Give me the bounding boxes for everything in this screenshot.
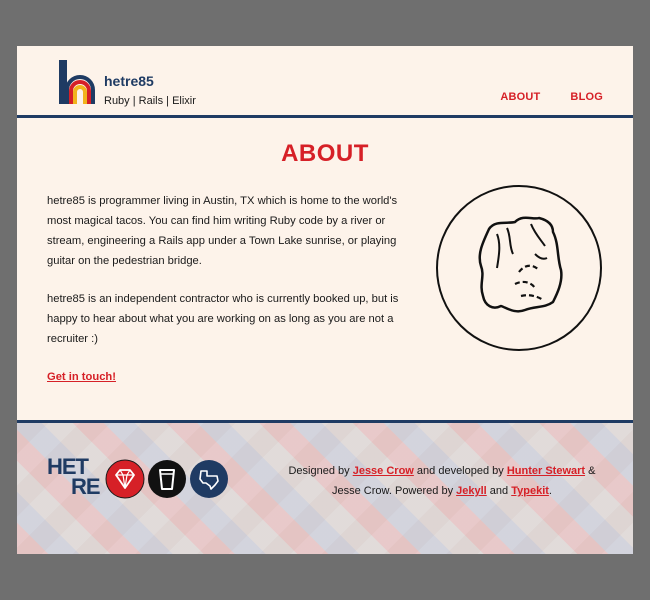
site-name[interactable]: hetre85 (104, 73, 154, 89)
logo-h-icon[interactable] (57, 60, 101, 106)
credits-powered-by: Jesse Crow. Powered by (332, 485, 454, 497)
typekit-link[interactable]: Typekit (511, 485, 549, 497)
credits-developed-by: and developed by (416, 465, 504, 477)
credits-amp: & (588, 465, 596, 477)
beer-glass-icon[interactable] (147, 459, 187, 499)
page: hetre85 Ruby | Rails | Elixir ABOUT BLOG… (17, 46, 633, 554)
footer-logo-re: RE (71, 474, 101, 499)
jekyll-link[interactable]: Jekyll (456, 485, 487, 497)
nav-blog-link[interactable]: BLOG (570, 91, 603, 103)
texas-icon[interactable] (189, 459, 229, 499)
designer-link[interactable]: Jesse Crow (353, 465, 414, 477)
page-title: ABOUT (281, 140, 369, 167)
about-paragraph-1: hetre85 is programmer living in Austin, … (47, 195, 398, 267)
developer-link[interactable]: Hunter Stewart (507, 465, 585, 477)
credits-designed-by: Designed by (288, 465, 350, 477)
credits-period: . (548, 485, 552, 497)
credits-and: and (489, 485, 509, 497)
ruby-gem-icon[interactable] (105, 459, 145, 499)
site-tagline: Ruby | Rails | Elixir (104, 95, 196, 107)
get-in-touch-link[interactable]: Get in touch! (47, 371, 116, 383)
footer-credits: Designed by Jesse Crow and developed by … (267, 461, 617, 501)
site-footer: HET RE Designed by Jesse Crow and develo… (17, 420, 633, 554)
footer-logos: HET RE (47, 455, 237, 503)
site-header: hetre85 Ruby | Rails | Elixir ABOUT BLOG (17, 46, 633, 118)
portrait-illustration (436, 185, 602, 351)
main-nav: ABOUT BLOG (500, 91, 603, 103)
nav-about-link[interactable]: ABOUT (500, 91, 540, 103)
about-copy: hetre85 is programmer living in Austin, … (47, 191, 407, 405)
about-paragraph-2: hetre85 is an independent contractor who… (47, 293, 399, 345)
